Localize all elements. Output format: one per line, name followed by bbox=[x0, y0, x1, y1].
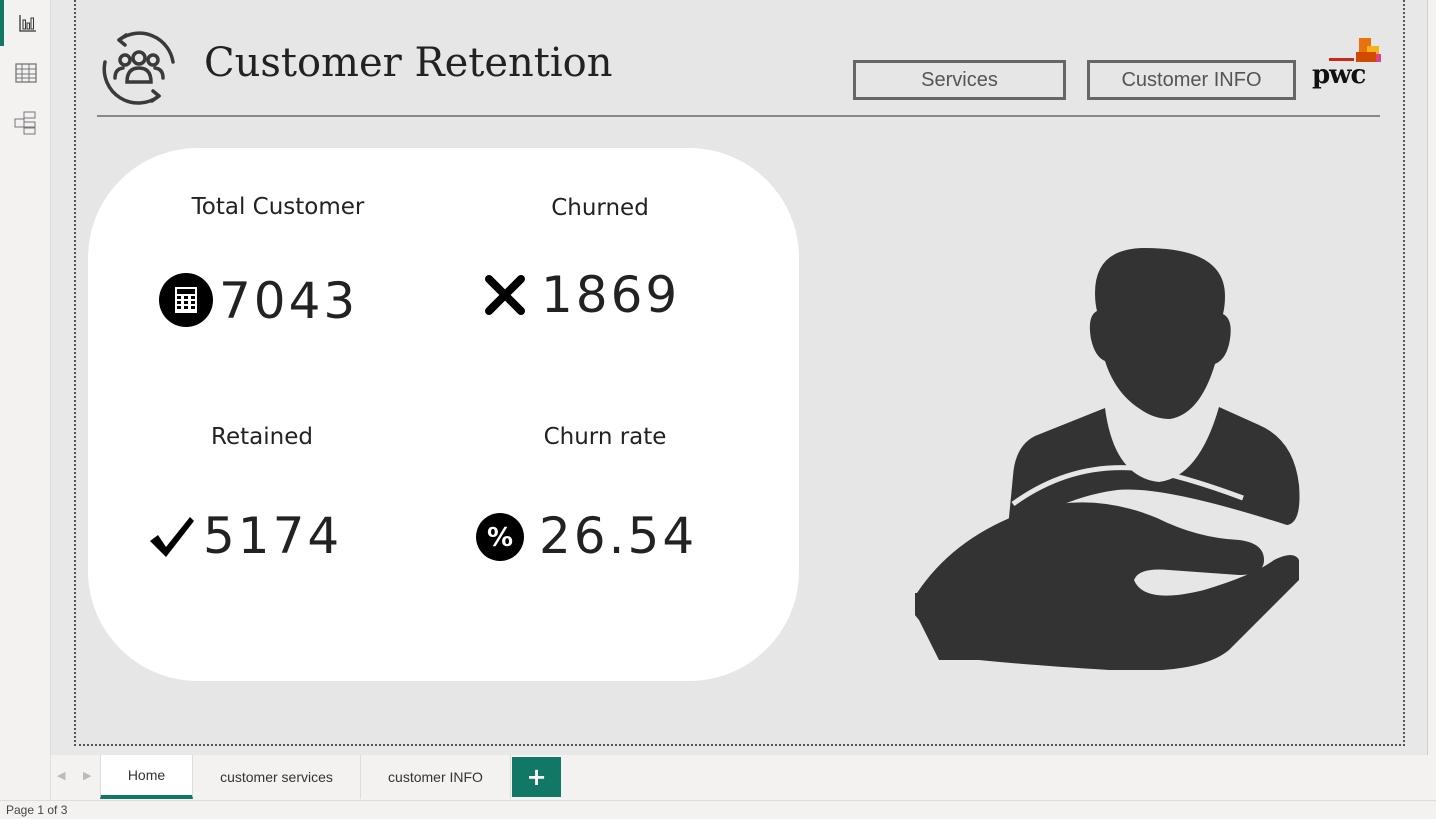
scroll-left-icon[interactable]: ◀ bbox=[57, 769, 65, 782]
percent-icon: % bbox=[476, 513, 524, 561]
total-customer-label: Total Customer bbox=[191, 194, 365, 220]
churn-rate-value: 26.54 bbox=[539, 507, 698, 565]
svg-text:%: % bbox=[487, 523, 513, 553]
add-page-button[interactable]: + bbox=[512, 757, 561, 797]
status-bar: Page 1 of 3 bbox=[0, 800, 1436, 817]
scroll-right-icon[interactable]: ▶ bbox=[83, 769, 91, 782]
churned-label: Churned bbox=[551, 195, 649, 221]
page-tabs-bar: ◀ ▶ Home customer services customer INFO… bbox=[51, 755, 1436, 799]
bar-chart-icon bbox=[18, 15, 36, 32]
customer-info-button[interactable]: Customer INFO bbox=[1087, 60, 1296, 100]
report-view-button[interactable] bbox=[0, 0, 51, 46]
tab-home[interactable]: Home bbox=[100, 755, 193, 799]
table-view-button[interactable] bbox=[0, 50, 51, 96]
customer-care-illustration bbox=[915, 248, 1300, 670]
kpi-card bbox=[88, 148, 799, 681]
retained-value: 5174 bbox=[203, 507, 343, 565]
customer-retention-icon bbox=[102, 31, 175, 105]
checkmark-icon bbox=[150, 517, 194, 557]
total-customer-value: 7043 bbox=[219, 272, 359, 330]
vertical-scrollbar[interactable] bbox=[1427, 0, 1436, 755]
churn-rate-label: Churn rate bbox=[543, 424, 667, 450]
tab-customer-services[interactable]: customer services bbox=[193, 755, 361, 799]
calculator-icon bbox=[159, 273, 213, 327]
page-title: Customer Retention bbox=[204, 40, 613, 86]
pwc-logo: pwc bbox=[1312, 38, 1392, 98]
retained-label: Retained bbox=[211, 424, 313, 450]
churned-value: 1869 bbox=[541, 266, 681, 324]
model-view-button[interactable] bbox=[0, 100, 51, 146]
table-icon bbox=[14, 63, 37, 83]
services-button[interactable]: Services bbox=[853, 60, 1066, 100]
tab-customer-info[interactable]: customer INFO bbox=[361, 755, 511, 799]
x-icon bbox=[485, 275, 525, 315]
header-divider bbox=[97, 115, 1380, 117]
model-icon bbox=[14, 111, 35, 135]
view-sidebar bbox=[0, 0, 51, 800]
